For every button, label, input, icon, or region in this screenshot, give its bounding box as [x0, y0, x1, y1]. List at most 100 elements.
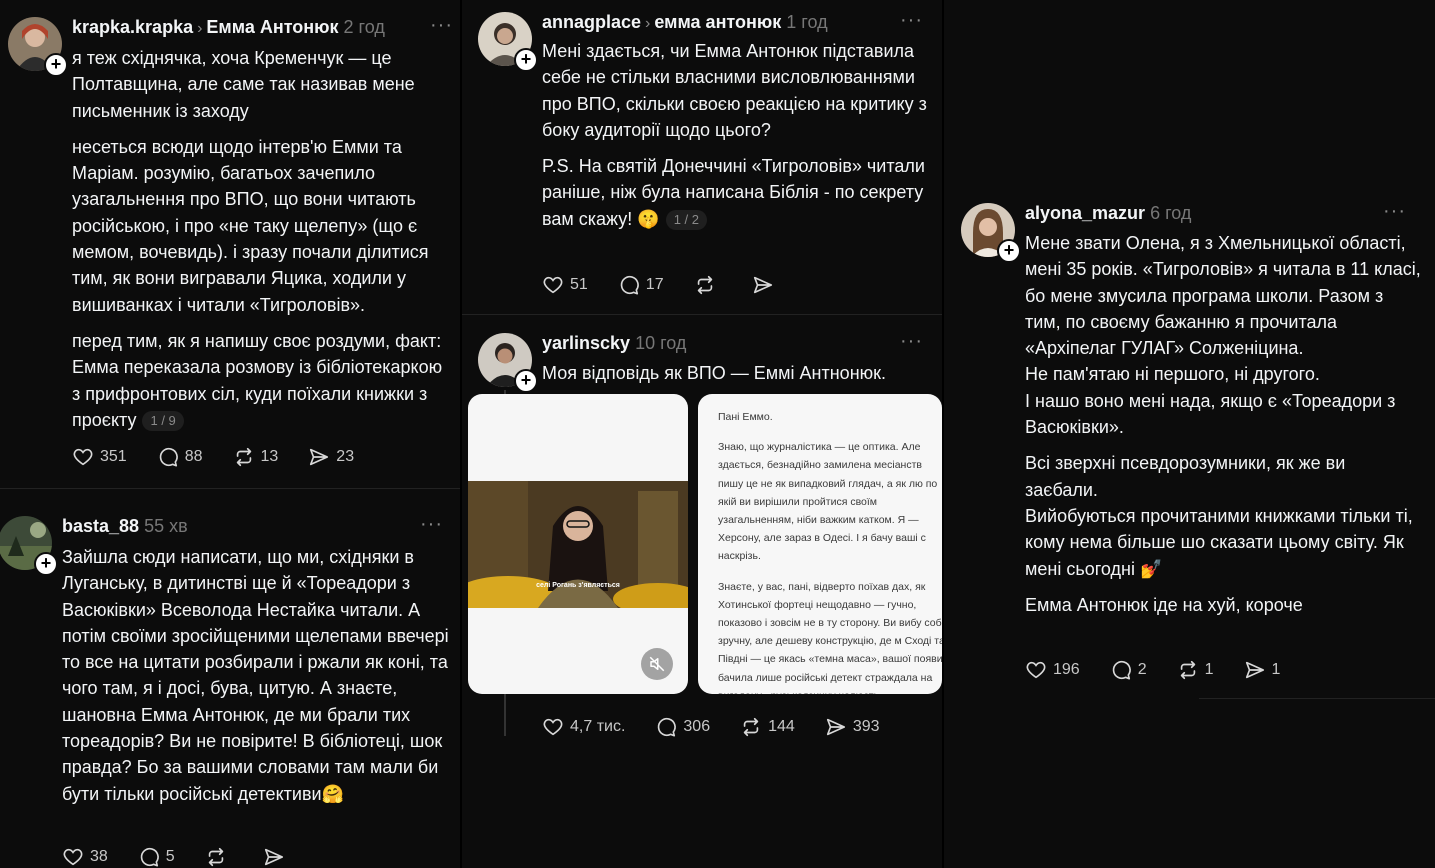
post-yarlinscky: + yarlinscky 10 год ··· Моя відповідь як…	[462, 316, 942, 868]
repost-icon	[697, 275, 712, 295]
username[interactable]: yarlinscky	[542, 333, 630, 353]
video-caption: селі Рогань з'являється	[536, 582, 620, 589]
comment-icon	[620, 275, 639, 295]
like-button[interactable]: 4,7 тис.	[542, 716, 625, 738]
heart-icon	[73, 448, 93, 466]
more-options-icon[interactable]: ···	[430, 14, 453, 37]
repost-count: 1	[1204, 661, 1214, 678]
comment-button[interactable]: 306	[655, 716, 710, 738]
comment-count: 2	[1137, 661, 1147, 678]
like-count: 4,7 тис.	[570, 718, 626, 735]
like-button[interactable]: 51	[542, 274, 588, 296]
follow-plus-icon[interactable]: +	[44, 53, 68, 77]
like-count: 351	[100, 448, 127, 465]
letter-text: Пані Еммо. Знаю, що журналістика — це оп…	[698, 394, 942, 694]
share-count: 23	[336, 448, 355, 465]
avatar[interactable]: +	[478, 333, 538, 393]
share-count: 1	[1271, 661, 1281, 678]
username[interactable]: annagplace	[542, 12, 641, 32]
comment-button[interactable]: 2	[1110, 659, 1147, 681]
repost-button[interactable]	[205, 846, 233, 868]
letter-image[interactable]: Пані Еммо. Знаю, що журналістика — це оп…	[698, 394, 942, 694]
letter-paragraph: Знаєте, у вас, пані, відверто поїхав дах…	[718, 580, 942, 694]
username[interactable]: alyona_mazur	[1025, 203, 1145, 223]
more-options-icon[interactable]: ···	[420, 513, 443, 536]
post-paragraph: Емма Антонюк іде на хуй, короче	[1025, 594, 1303, 615]
post-actions: 351 88 13 23	[72, 446, 384, 468]
post-paragraph: я теж східнячка, хоча Кременчук — це Пол…	[72, 48, 415, 121]
comment-icon	[658, 717, 677, 737]
like-button[interactable]: 38	[62, 846, 108, 868]
more-options-icon[interactable]: ···	[900, 330, 923, 353]
reply-chevron-icon: ›	[645, 15, 651, 32]
avatar[interactable]: +	[961, 203, 1021, 263]
repost-icon	[743, 717, 759, 737]
comment-button[interactable]: 5	[138, 846, 175, 868]
heart-icon	[543, 718, 563, 736]
like-count: 51	[570, 276, 588, 293]
send-icon	[1245, 661, 1264, 679]
post-actions: 51 17	[542, 274, 810, 296]
post-paragraph: Мене звати Олена, я з Хмельницької облас…	[1025, 233, 1421, 359]
username[interactable]: basta_88	[62, 516, 139, 536]
send-icon	[826, 718, 845, 736]
post-text: Мене звати Олена, я з Хмельницької облас…	[1025, 230, 1421, 618]
post-paragraph: Вийобуються прочитаними книжками тільки …	[1025, 505, 1413, 579]
post-paragraph-text: P.S. На святій Донеччині «Тигроловів» чи…	[542, 156, 925, 229]
repost-count: 144	[768, 718, 795, 735]
share-button[interactable]: 393	[825, 716, 880, 738]
post-time: 55 хв	[144, 516, 188, 536]
repost-button[interactable]: 1	[1177, 659, 1214, 681]
share-button[interactable]: 1	[1244, 659, 1281, 681]
post-paragraph: Всі зверхні псевдорозумники, як же ви за…	[1025, 453, 1346, 500]
reply-to-name[interactable]: Емма Антонюк	[206, 17, 338, 37]
send-icon	[264, 848, 283, 866]
repost-button[interactable]: 144	[740, 716, 795, 738]
mute-button[interactable]	[641, 648, 673, 680]
repost-icon	[236, 447, 251, 467]
send-icon	[310, 448, 329, 466]
reply-chevron-icon: ›	[197, 20, 203, 37]
comment-button[interactable]: 88	[157, 446, 203, 468]
avatar[interactable]: +	[478, 12, 538, 72]
divider	[0, 488, 460, 489]
reply-to-name[interactable]: емма антонюк	[654, 12, 781, 32]
post-krapka: + krapka.krapka › Емма Антонюк 2 год ··· я…	[0, 0, 460, 490]
heart-icon	[543, 276, 563, 294]
follow-plus-icon[interactable]: +	[514, 48, 538, 72]
share-button[interactable]	[752, 274, 780, 296]
post-paragraph: Моя відповідь як ВПО — Еммі Антнонюк.	[542, 363, 887, 383]
share-button[interactable]: 23	[308, 446, 354, 468]
comment-button[interactable]: 17	[618, 274, 664, 296]
username[interactable]: krapka.krapka	[72, 17, 193, 37]
avatar[interactable]: +	[0, 516, 58, 576]
post-paragraph: Зайшла сюди написати, що ми, східняки в …	[62, 547, 449, 804]
share-button[interactable]	[263, 846, 291, 868]
more-options-icon[interactable]: ···	[900, 9, 923, 32]
image-pager: 1 / 2	[665, 210, 707, 231]
post-paragraph: перед тим, як я напишу своє роздуми, фак…	[72, 328, 454, 433]
follow-plus-icon[interactable]: +	[514, 369, 538, 393]
image-pager: 1 / 9	[142, 411, 184, 432]
repost-button[interactable]: 13	[233, 446, 278, 468]
comment-icon	[140, 847, 159, 867]
comment-icon	[1112, 660, 1131, 680]
post-text: я теж східнячка, хоча Кременчук — це Пол…	[72, 45, 454, 433]
post-time: 10 год	[635, 333, 687, 353]
like-button[interactable]: 351	[72, 446, 127, 468]
post-text: Моя відповідь як ВПО — Еммі Антнонюк.	[542, 360, 932, 386]
more-options-icon[interactable]: ···	[1383, 200, 1406, 223]
like-button[interactable]: 196	[1025, 659, 1080, 681]
post-time: 1 год	[786, 12, 828, 32]
post-annagplace: + annagplace › емма антонюк 1 год ··· Мені…	[462, 0, 942, 315]
video-thumbnail[interactable]: селі Рогань з'являється	[468, 394, 688, 694]
repost-button[interactable]	[694, 274, 722, 296]
post-actions: 196 2 1 1	[1025, 659, 1310, 681]
post-paragraph-text: перед тим, як я напишу своє роздуми, фак…	[72, 330, 443, 430]
comment-icon	[159, 447, 178, 467]
follow-plus-icon[interactable]: +	[34, 552, 58, 576]
avatar[interactable]: +	[8, 17, 68, 77]
follow-plus-icon[interactable]: +	[997, 239, 1021, 263]
post-actions: 4,7 тис. 306 144 393	[542, 716, 910, 738]
post-basta: + basta_88 55 хв ··· Зайшла сюди написат…	[0, 490, 460, 868]
